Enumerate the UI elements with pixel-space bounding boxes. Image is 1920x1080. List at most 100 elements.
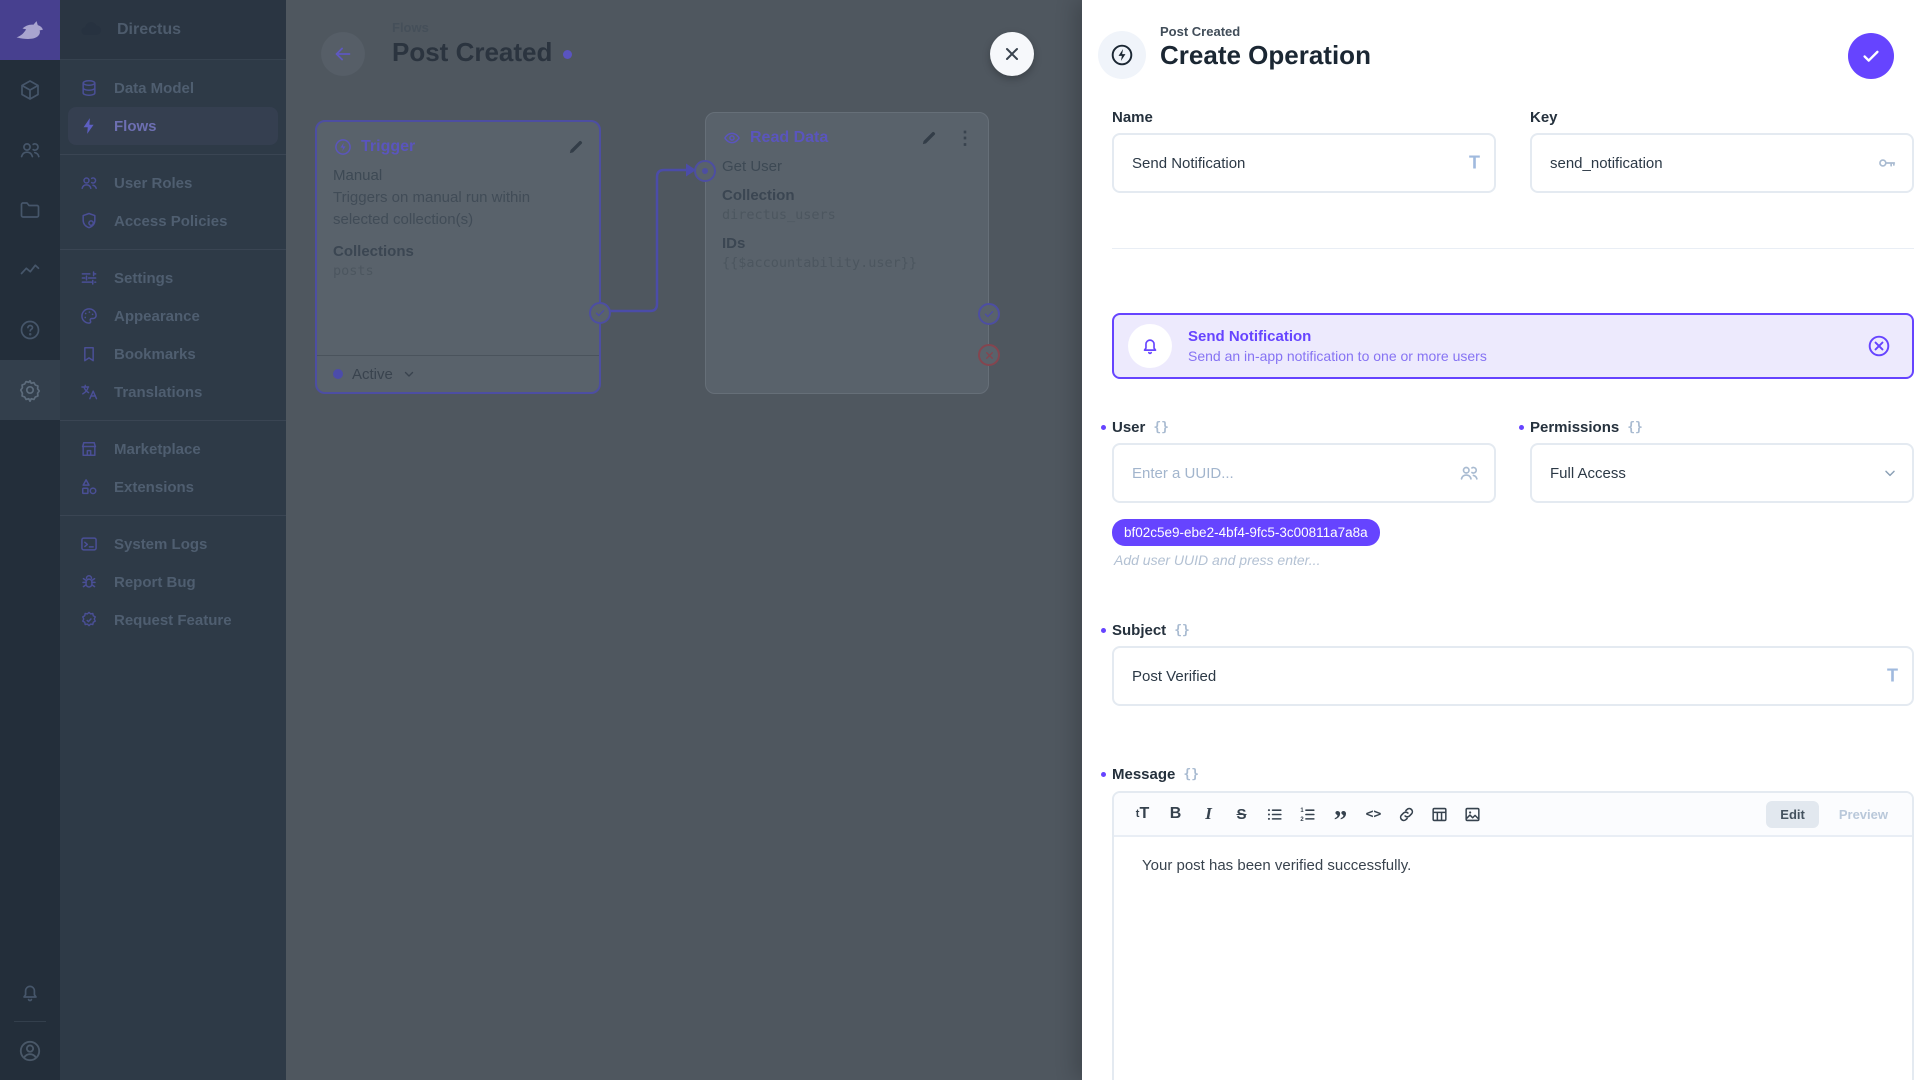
operation-card-body: Get User Collection directus_users IDs {… (706, 158, 988, 271)
subject-field-group: Subject {} T (1112, 620, 1914, 706)
module-file-library[interactable] (0, 180, 60, 240)
user-uuid-input[interactable] (1112, 443, 1496, 503)
sidebar-item-user-roles[interactable]: User Roles (60, 164, 286, 202)
table-button[interactable] (1423, 798, 1456, 830)
notification-bell-badge (1128, 324, 1172, 368)
edit-pencil-icon[interactable] (920, 129, 938, 147)
page-title: Post Created (392, 37, 572, 68)
module-settings[interactable] (0, 360, 60, 420)
module-user-directory[interactable] (0, 120, 60, 180)
sidebar-item-appearance[interactable]: Appearance (60, 297, 286, 335)
cancel-circle-icon (1866, 333, 1892, 359)
heading-button[interactable]: tT (1126, 798, 1159, 830)
sidebar-item-extensions[interactable]: Extensions (60, 468, 286, 506)
numbered-list-button[interactable]: 12 (1291, 798, 1324, 830)
operation-reject-port[interactable] (978, 344, 1000, 366)
preview-mode-button[interactable]: Preview (1827, 801, 1900, 828)
key-input[interactable] (1530, 133, 1914, 193)
sidebar-item-translations[interactable]: Translations (60, 373, 286, 411)
bullet-list-button[interactable] (1258, 798, 1291, 830)
bug-icon (78, 572, 100, 592)
required-dot (1519, 425, 1524, 430)
chevron-down-icon (1882, 465, 1898, 481)
required-dot (1101, 425, 1106, 430)
operation-resolve-port[interactable] (978, 303, 1000, 325)
section-divider (1112, 248, 1914, 249)
sidebar-item-system-logs[interactable]: System Logs (60, 525, 286, 563)
strikethrough-button[interactable]: S (1225, 798, 1258, 830)
terminal-icon (78, 534, 100, 554)
project-name: Directus (117, 21, 181, 39)
code-button[interactable]: <> (1357, 798, 1390, 830)
sidebar-item-flows[interactable]: Flows (68, 107, 278, 145)
raw-value-icon[interactable]: {} (1627, 420, 1643, 435)
message-textarea[interactable]: Your post has been verified successfully… (1114, 837, 1912, 894)
chevron-down-icon (402, 367, 416, 381)
sidebar-item-report-bug[interactable]: Report Bug (60, 563, 286, 601)
module-help[interactable] (0, 300, 60, 360)
flow-canvas: Flows Post Created Trigger Manual Trigge… (286, 0, 1082, 1080)
image-button[interactable] (1456, 798, 1489, 830)
more-options-icon[interactable]: ⋮ (956, 129, 974, 147)
create-operation-drawer: Post Created Create Operation Name T Key (1082, 0, 1920, 1080)
operation-input-port[interactable] (694, 160, 716, 182)
permissions-label: Permissions {} (1530, 417, 1914, 437)
name-field-group: Name T (1112, 107, 1496, 193)
permissions-select[interactable]: Full Access (1530, 443, 1914, 503)
sidebar-item-marketplace[interactable]: Marketplace (60, 430, 286, 468)
banner-title: Send Notification (1188, 328, 1487, 345)
user-avatar-button[interactable] (0, 1022, 60, 1080)
notifications-button[interactable] (0, 963, 60, 1021)
sidebar-item-bookmarks[interactable]: Bookmarks (60, 335, 286, 373)
trigger-panel[interactable]: Trigger Manual Triggers on manual run wi… (315, 120, 601, 394)
raw-value-icon[interactable]: {} (1183, 767, 1199, 782)
numbered-list-icon: 12 (1298, 805, 1317, 824)
storefront-icon (78, 439, 100, 459)
account-circle-icon (17, 1038, 43, 1064)
back-button[interactable] (321, 32, 365, 76)
sidebar-item-label: System Logs (114, 536, 207, 553)
close-icon (1002, 44, 1022, 64)
nav-group-extensions: Marketplace Extensions (60, 421, 286, 516)
save-button[interactable] (1848, 33, 1894, 79)
deselect-operation-button[interactable] (1866, 333, 1892, 359)
collection-value: directus_users (722, 207, 972, 223)
bold-button[interactable]: B (1159, 798, 1192, 830)
raw-value-icon[interactable]: {} (1153, 420, 1169, 435)
people-icon (18, 138, 42, 162)
sidebar-item-access-policies[interactable]: Access Policies (60, 202, 286, 240)
link-button[interactable] (1390, 798, 1423, 830)
italic-button[interactable]: I (1192, 798, 1225, 830)
operation-panel-read-data[interactable]: Read Data ⋮ Get User Collection directus… (705, 112, 989, 394)
drawer-close-button[interactable] (990, 32, 1034, 76)
operation-type-icon-button (1098, 31, 1146, 79)
sidebar-item-settings[interactable]: Settings (60, 259, 286, 297)
gear-icon (18, 378, 42, 402)
project-switcher[interactable]: Directus (60, 0, 286, 60)
subject-input[interactable] (1112, 646, 1914, 706)
directus-logo[interactable] (0, 0, 60, 60)
sidebar-item-data-model[interactable]: Data Model (60, 69, 286, 107)
name-input[interactable] (1112, 133, 1496, 193)
sidebar-item-request-feature[interactable]: Request Feature (60, 601, 286, 639)
nav-group-flows: Data Model Flows (60, 60, 286, 155)
drawer-title: Create Operation (1160, 40, 1371, 71)
user-uuid-chip[interactable]: bf02c5e9-ebe2-4bf4-9fc5-3c00811a7a8a (1112, 519, 1380, 546)
quote-icon: ” (1334, 815, 1348, 825)
check-icon (594, 307, 606, 319)
module-insights[interactable] (0, 240, 60, 300)
edit-mode-button[interactable]: Edit (1766, 801, 1819, 828)
operation-type-banner[interactable]: Send Notification Send an in-app notific… (1112, 313, 1914, 379)
user-uuid-hint: Add user UUID and press enter... (1114, 552, 1320, 568)
edit-pencil-icon[interactable] (567, 138, 585, 156)
collections-value: posts (333, 263, 583, 279)
raw-value-icon[interactable]: {} (1174, 623, 1190, 638)
trigger-resolve-port[interactable] (589, 302, 611, 324)
check-icon (983, 308, 995, 320)
blockquote-button[interactable]: ” (1324, 798, 1357, 830)
trigger-status-row[interactable]: Active (317, 355, 599, 392)
italic-icon: I (1205, 804, 1212, 824)
module-data-model[interactable] (0, 60, 60, 120)
operation-name: Get User (722, 158, 972, 175)
breadcrumb[interactable]: Flows (392, 20, 429, 35)
